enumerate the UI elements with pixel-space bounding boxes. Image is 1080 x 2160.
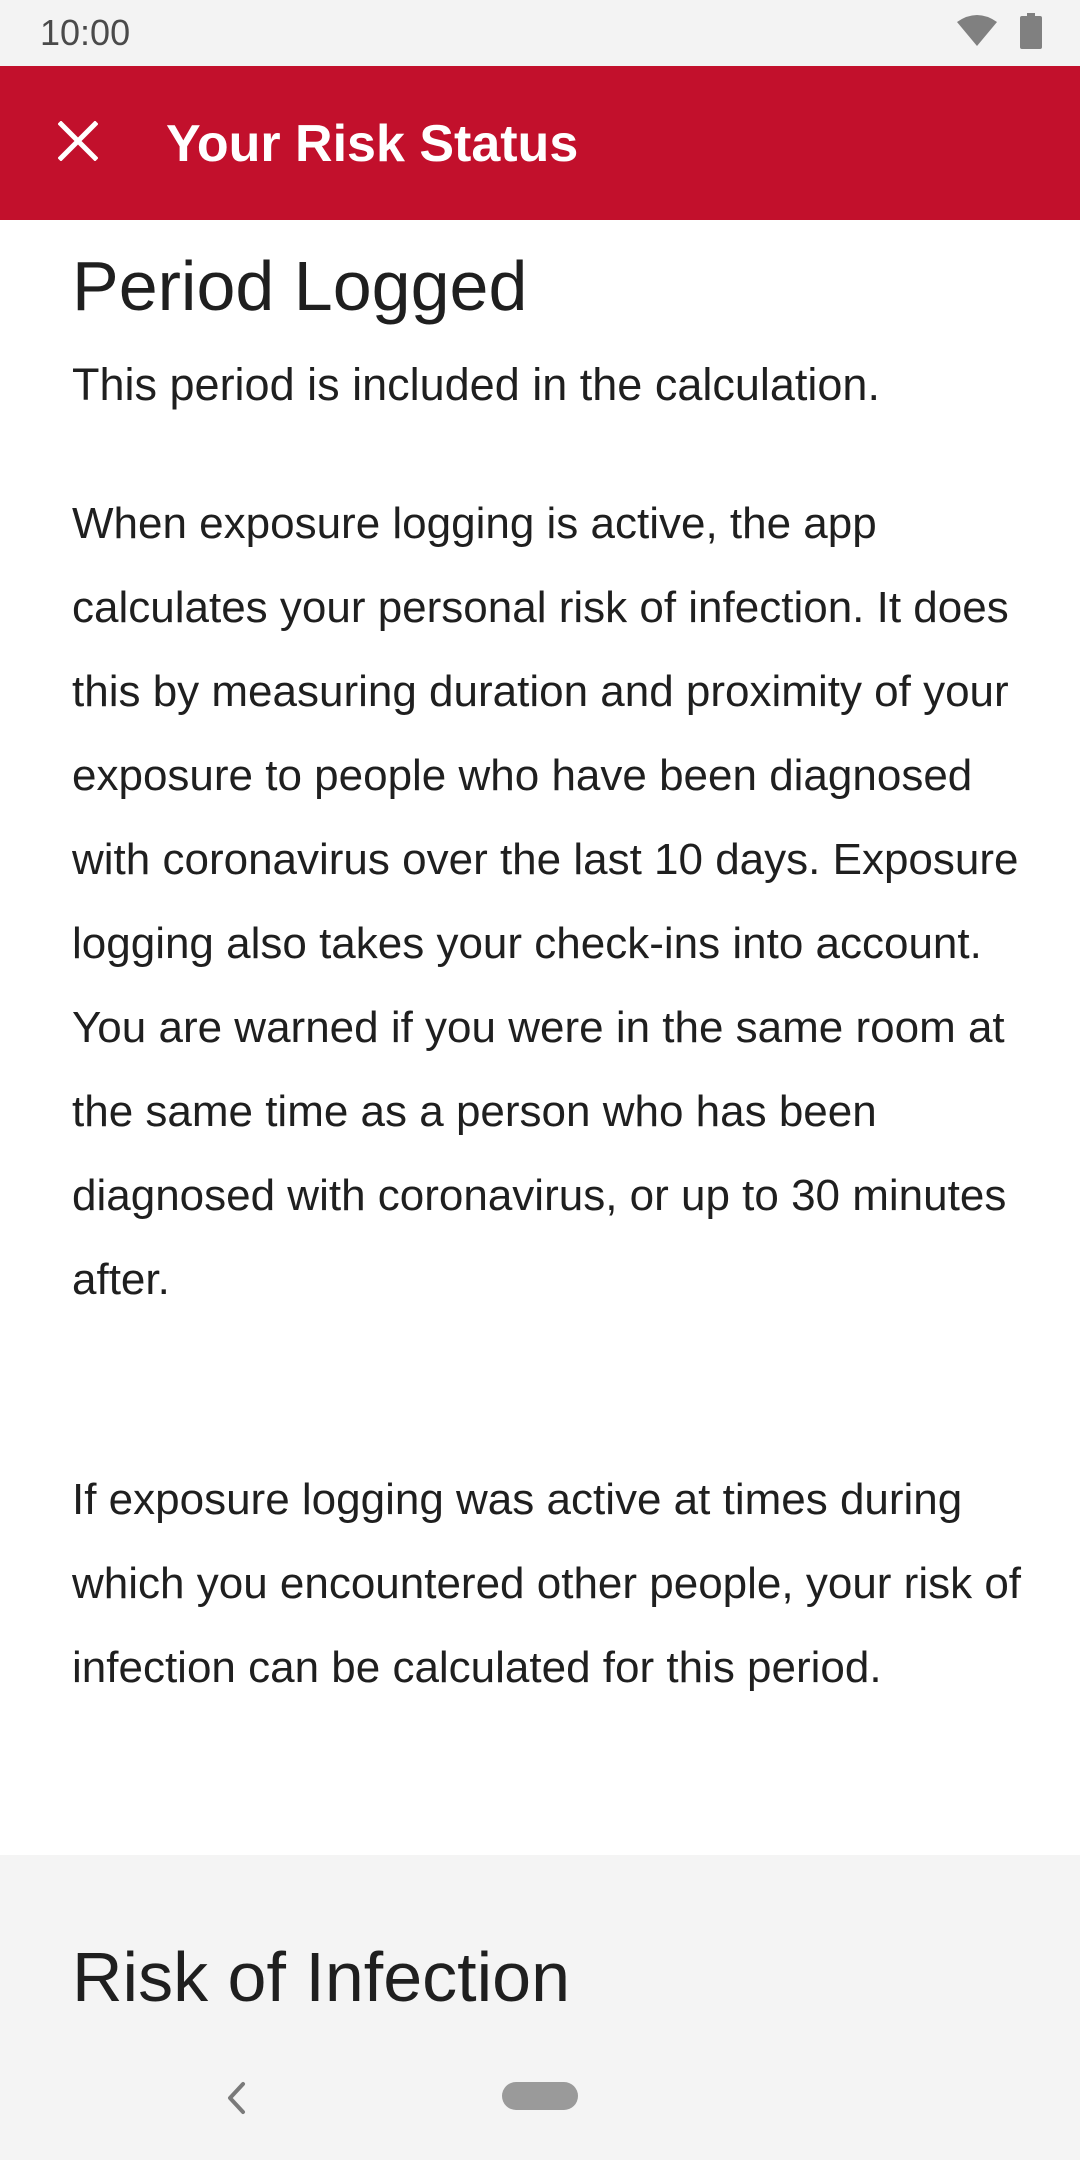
wifi-icon <box>956 14 998 52</box>
period-logged-title: Period Logged <box>72 247 528 325</box>
close-button[interactable] <box>40 105 116 181</box>
system-navigation-bar <box>0 2040 1080 2160</box>
status-bar: 10:00 <box>0 0 1080 66</box>
app-bar-title: Your Risk Status <box>166 115 579 173</box>
status-icons <box>956 12 1042 54</box>
battery-icon <box>1020 12 1042 54</box>
period-logged-paragraph-1: When exposure logging is active, the app… <box>72 499 1019 1304</box>
back-chevron-icon <box>225 2081 247 2120</box>
back-button[interactable] <box>210 2074 262 2126</box>
close-icon <box>57 119 99 166</box>
app-bar: Your Risk Status <box>0 66 1080 220</box>
status-time: 10:00 <box>40 12 131 53</box>
period-logged-section: Period Logged This period is included in… <box>0 220 1080 1855</box>
screen: 10:00 Your Risk Status Period Logged Thi… <box>0 0 1080 2160</box>
risk-of-infection-title: Risk of Infection <box>72 1938 570 2016</box>
home-pill[interactable] <box>502 2082 578 2110</box>
period-logged-paragraph-2: If exposure logging was active at times … <box>72 1475 1022 1692</box>
period-logged-subtitle: This period is included in the calculati… <box>72 359 880 410</box>
